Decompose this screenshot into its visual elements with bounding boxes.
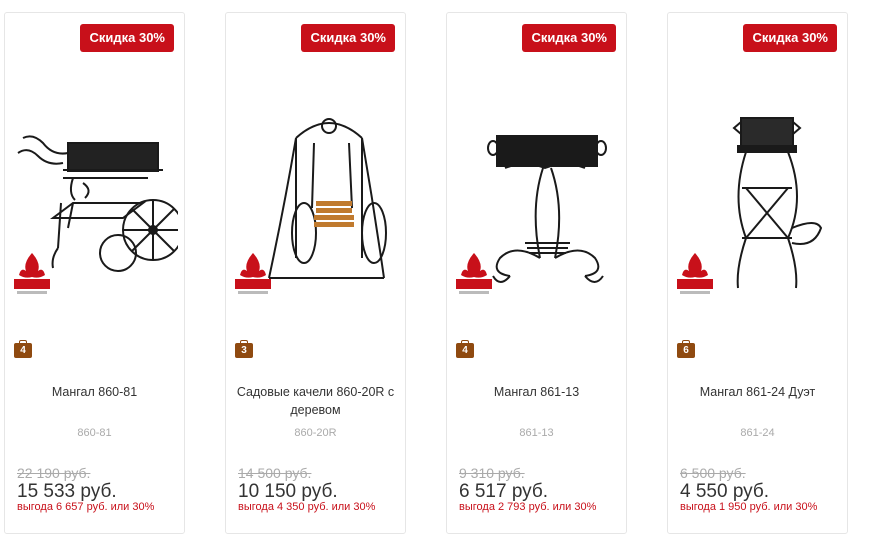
- discount-badge: Скидка 30%: [522, 24, 616, 52]
- brand-logo-icon: [456, 253, 492, 294]
- savings-text: выгода 1 950 руб. или 30%: [680, 501, 818, 513]
- product-name-link[interactable]: Садовые качели 860-20R с деревом: [236, 383, 395, 419]
- product-card[interactable]: Скидка 30% 6 Мангал 861-24 Дуэт 861-24 6…: [667, 12, 848, 534]
- old-price: 14 500 руб.: [238, 465, 312, 481]
- discount-badge: Скидка 30%: [80, 24, 174, 52]
- product-name-link[interactable]: Мангал 861-13: [457, 383, 616, 401]
- current-price: 4 550 руб.: [680, 481, 770, 502]
- current-price: 15 533 руб.: [17, 481, 117, 502]
- brand-logo-icon: [14, 253, 50, 294]
- product-sku: 860-20R: [294, 427, 337, 439]
- old-price: 22 190 руб.: [17, 465, 91, 481]
- product-card[interactable]: Скидка 30% 4 Мангал 861-13 861-13 9 310 …: [446, 12, 627, 534]
- old-price: 6 500 руб.: [680, 465, 746, 481]
- brand-logo-icon: [235, 253, 271, 294]
- brand-logo-icon: [677, 253, 713, 294]
- discount-badge: Скидка 30%: [743, 24, 837, 52]
- product-name-link[interactable]: Мангал 861-24 Дуэт: [678, 383, 837, 401]
- old-price: 9 310 руб.: [459, 465, 525, 481]
- stock-count-badge: 4: [14, 340, 32, 358]
- product-name-link[interactable]: Мангал 860-81: [15, 383, 174, 401]
- savings-text: выгода 4 350 руб. или 30%: [238, 501, 376, 513]
- product-sku: 861-13: [519, 427, 554, 439]
- current-price: 10 150 руб.: [238, 481, 338, 502]
- current-price: 6 517 руб.: [459, 481, 549, 502]
- savings-text: выгода 6 657 руб. или 30%: [17, 501, 155, 513]
- product-sku: 861-24: [740, 427, 775, 439]
- stock-count-badge: 3: [235, 340, 253, 358]
- product-card[interactable]: Скидка 30% 3 Садовые качели 860-20R с де…: [225, 12, 406, 534]
- stock-count-badge: 6: [677, 340, 695, 358]
- product-sku: 860-81: [77, 427, 112, 439]
- product-card[interactable]: Скидка 30% 4 Мангал 860-81 860-81 22 190…: [4, 12, 185, 534]
- savings-text: выгода 2 793 руб. или 30%: [459, 501, 597, 513]
- discount-badge: Скидка 30%: [301, 24, 395, 52]
- stock-count-badge: 4: [456, 340, 474, 358]
